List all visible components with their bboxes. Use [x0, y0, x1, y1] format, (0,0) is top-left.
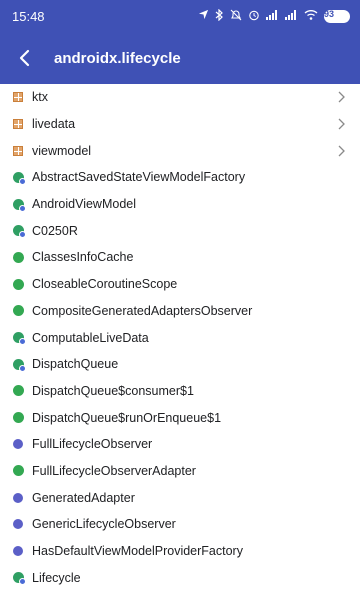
list-item-label: FullLifecycleObserverAdapter: [32, 463, 196, 478]
class-list: ktx livedata viewmodel AbstractSavedStateVi…: [0, 84, 360, 600]
list-item[interactable]: ktx: [0, 84, 360, 111]
list-item[interactable]: ClassesInfoCache: [0, 244, 360, 271]
class-icon: [12, 251, 24, 263]
class-badge-icon: [12, 278, 24, 290]
list-item-label: GeneratedAdapter: [32, 490, 135, 505]
interface-badge-icon: [13, 546, 23, 557]
chevron-right-icon: [336, 90, 346, 104]
list-item-label: ClassesInfoCache: [32, 250, 134, 265]
list-item[interactable]: FullLifecycleObserver: [0, 431, 360, 458]
list-item-label: CloseableCoroutineScope: [32, 277, 178, 292]
class-badge-icon: [12, 412, 24, 424]
interface-icon: [12, 545, 24, 557]
list-item[interactable]: CloseableCoroutineScope: [0, 271, 360, 298]
abstract-class-icon: [12, 225, 26, 239]
list-item[interactable]: DispatchQueue$runOrEnqueue$1: [0, 404, 360, 431]
class-badge-icon: [12, 305, 24, 317]
list-item[interactable]: C0250R: [0, 217, 360, 244]
list-item[interactable]: ComputableLiveData: [0, 324, 360, 351]
list-item[interactable]: AndroidViewModel: [0, 191, 360, 218]
chevron-right-icon: [336, 117, 346, 131]
bluetooth-icon: [215, 8, 224, 24]
interface-badge-icon: [13, 492, 23, 503]
list-item[interactable]: livedata: [0, 111, 360, 138]
package-icon: [12, 118, 24, 130]
interface-icon: [12, 492, 24, 504]
list-item-label: viewmodel: [32, 143, 92, 158]
signal-2-icon: [285, 9, 298, 23]
list-item[interactable]: GenericLifecycleObserver: [0, 511, 360, 538]
list-item[interactable]: GeneratedAdapter: [0, 484, 360, 511]
back-arrow-icon: [19, 49, 30, 67]
package-box-icon: [13, 119, 23, 130]
list-item[interactable]: CompositeGeneratedAdaptersObserver: [0, 298, 360, 325]
list-item-label: DispatchQueue$consumer$1: [32, 383, 194, 398]
back-button[interactable]: [0, 32, 48, 84]
page-title: androidx.lifecycle: [54, 49, 181, 67]
list-item-label: DispatchQueue$runOrEnqueue$1: [32, 410, 222, 425]
list-item-label: Lifecycle: [32, 570, 81, 585]
list-item-label: ktx: [32, 90, 48, 105]
wifi-icon: [304, 9, 318, 23]
class-icon: [12, 465, 24, 477]
list-item[interactable]: viewmodel: [0, 137, 360, 164]
chevron-right-icon: [336, 144, 346, 158]
list-item-label: ComputableLiveData: [32, 330, 149, 345]
class-icon: [12, 412, 24, 424]
list-item[interactable]: FullLifecycleObserverAdapter: [0, 458, 360, 485]
list-item[interactable]: AbstractSavedStateViewModelFactory: [0, 164, 360, 191]
status-time: 15:48: [12, 8, 45, 24]
battery-indicator: 93: [324, 9, 350, 23]
interface-icon: [12, 518, 24, 530]
class-icon: [12, 385, 24, 397]
class-badge-icon: [12, 251, 24, 263]
abstract-class-icon: [12, 332, 26, 346]
class-badge-icon: [12, 198, 26, 212]
abstract-class-icon: [12, 572, 26, 586]
package-box-icon: [13, 92, 23, 103]
list-item-label: FullLifecycleObserver: [32, 437, 153, 452]
abstract-class-icon: [12, 171, 26, 185]
list-item-label: DispatchQueue: [32, 357, 119, 372]
list-item-label: HasDefaultViewModelProviderFactory: [32, 544, 243, 559]
class-badge-icon: [12, 572, 26, 586]
list-item-label: CompositeGeneratedAdaptersObserver: [32, 303, 253, 318]
package-icon: [12, 145, 24, 157]
class-badge-icon: [12, 358, 26, 372]
list-item-label: C0250R: [32, 223, 78, 238]
class-icon: [12, 278, 24, 290]
status-icons: 93: [198, 8, 350, 24]
class-badge-icon: [12, 465, 24, 477]
package-box-icon: [13, 145, 23, 156]
status-bar: 15:48 93: [0, 0, 360, 32]
class-badge-icon: [12, 385, 24, 397]
list-item[interactable]: HasDefaultViewModelProviderFactory: [0, 538, 360, 565]
list-item-label: AbstractSavedStateViewModelFactory: [32, 170, 246, 185]
location-icon: [198, 9, 209, 23]
list-item[interactable]: DispatchQueue$consumer$1: [0, 378, 360, 405]
list-item[interactable]: Lifecycle: [0, 564, 360, 591]
signal-1-icon: [266, 9, 279, 23]
class-badge-icon: [12, 225, 26, 239]
interface-badge-icon: [13, 519, 23, 530]
class-badge-icon: [12, 171, 26, 185]
package-icon: [12, 91, 24, 103]
app-bar: androidx.lifecycle: [0, 32, 360, 84]
abstract-class-icon: [12, 358, 26, 372]
interface-badge-icon: [13, 439, 23, 450]
list-item[interactable]: DispatchQueue: [0, 351, 360, 378]
class-badge-icon: [12, 332, 26, 346]
abstract-class-icon: [12, 198, 26, 212]
interface-icon: [12, 438, 24, 450]
mute-icon: [230, 9, 242, 24]
list-item-label: livedata: [32, 117, 76, 132]
class-icon: [12, 305, 24, 317]
alarm-icon: [248, 9, 260, 24]
list-item-label: GenericLifecycleObserver: [32, 517, 176, 532]
list-item-label: AndroidViewModel: [32, 197, 136, 212]
